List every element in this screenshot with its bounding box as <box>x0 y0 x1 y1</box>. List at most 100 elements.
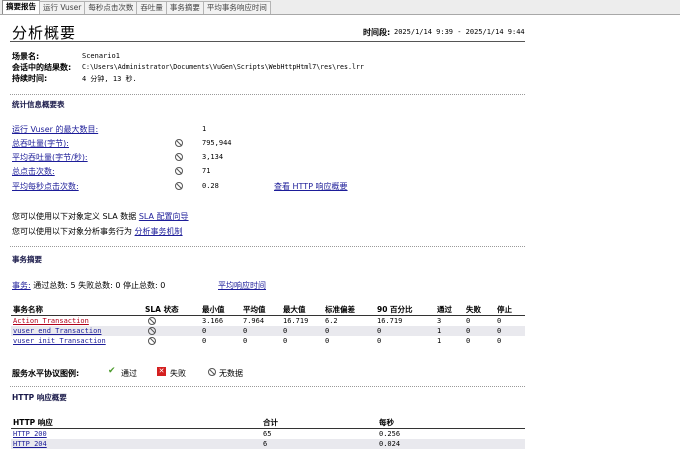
cell-min: 3.166 <box>202 316 224 325</box>
cell-per-sec: 0.024 <box>379 439 401 448</box>
tx-totals: 通过总数: 5 失败总数: 0 停止总数: 0 <box>33 281 166 290</box>
table-header-row: HTTP 响应 合计 每秒 <box>11 417 525 429</box>
table-row: HTTP_200 65 0.256 <box>11 429 525 439</box>
col-header: 每秒 <box>379 418 394 427</box>
legend-fail: 失败 <box>170 369 186 378</box>
col-header: 平均值 <box>243 305 266 314</box>
time-period-label: 时间段: <box>363 28 391 37</box>
no-data-icon <box>148 336 156 345</box>
cell-min: 0 <box>202 336 207 345</box>
http-code-link[interactable]: HTTP_200 <box>13 430 47 438</box>
title-divider <box>10 41 525 42</box>
transaction-link[interactable]: vuser_end_Transaction <box>13 327 102 335</box>
cell-max: 0 <box>283 336 288 345</box>
tab-transaction-summary[interactable]: 事务摘要 <box>165 1 204 14</box>
cell-fail: 0 <box>466 316 471 325</box>
http-heading: HTTP 响应概要 <box>12 393 67 402</box>
stat-value-total-hits: 71 <box>202 167 211 175</box>
time-period-value: 2025/1/14 9:39 - 2025/1/14 9:44 <box>394 28 525 36</box>
cell-total: 6 <box>263 439 268 448</box>
transaction-table: 事务名称 SLA 状态 最小值 平均值 最大值 标准偏差 90 百分比 通过 失… <box>11 304 525 346</box>
duration-label: 持续时间: <box>12 74 48 83</box>
check-icon: ✔ <box>108 366 116 376</box>
sla-legend-label: 服务水平协议图例: <box>12 369 80 378</box>
tx-stats-line: 事务: 通过总数: 5 失败总数: 0 停止总数: 0 <box>12 280 165 291</box>
col-header: 标准偏差 <box>325 305 355 314</box>
tab-strip: 摘要报告 运行 Vuser 每秒点击次数 吞吐量 事务摘要 平均事务响应时间 <box>0 0 680 15</box>
http-table: HTTP 响应 合计 每秒 HTTP_200 65 0.256 HTTP_204… <box>11 417 525 449</box>
avg-response-time-link[interactable]: 平均响应时间 <box>218 280 266 291</box>
view-http-summary-link[interactable]: 查看 HTTP 响应概要 <box>274 181 348 192</box>
cell-avg: 0 <box>243 326 248 335</box>
stat-link-total-hits[interactable]: 总点击次数: <box>12 166 55 177</box>
transaction-link[interactable]: vuser_init_Transaction <box>13 337 106 345</box>
stat-value-avg-hits: 0.28 <box>202 182 219 190</box>
col-header: 90 百分比 <box>377 305 413 314</box>
section-divider <box>10 246 525 247</box>
table-header-row: 事务名称 SLA 状态 最小值 平均值 最大值 标准偏差 90 百分比 通过 失… <box>11 304 525 316</box>
stat-link-total-throughput[interactable]: 总吞吐量(字节): <box>12 138 69 149</box>
sla-wizard-link[interactable]: SLA 配置向导 <box>139 212 189 221</box>
stat-link-avg-hits[interactable]: 平均每秒点击次数: <box>12 181 79 192</box>
tab-avg-transaction-response-time[interactable]: 平均事务响应时间 <box>202 1 271 14</box>
no-data-icon <box>148 317 156 325</box>
table-row: vuser_init_Transaction 0 0 0 0 0 1 0 0 <box>11 336 525 346</box>
cell-fail: 0 <box>466 336 471 345</box>
no-data-icon <box>175 139 183 147</box>
col-header: 停止 <box>497 305 512 314</box>
col-header: 最小值 <box>202 305 225 314</box>
cell-max: 0 <box>283 326 288 335</box>
legend-nodata: 无数据 <box>219 369 243 378</box>
tab-summary-report[interactable]: 摘要报告 <box>2 0 40 14</box>
fail-x-icon: ✕ <box>157 367 166 376</box>
analyze-transaction-link[interactable]: 分析事务机制 <box>135 227 183 236</box>
scenario-name-label: 场景名: <box>12 52 40 61</box>
cell-max: 16.719 <box>283 316 309 325</box>
cell-stop: 0 <box>497 326 502 335</box>
sla-line: 您可以使用以下对象定义 SLA 数据 SLA 配置向导 <box>12 211 189 222</box>
stat-value-max-vusers: 1 <box>202 125 207 133</box>
tab-running-vusers[interactable]: 运行 Vuser <box>39 1 86 14</box>
cell-std: 6.2 <box>325 316 338 325</box>
cell-p90: 0 <box>377 336 382 345</box>
cell-p90: 16.719 <box>377 316 403 325</box>
scenario-name-value: Scenario1 <box>82 52 120 60</box>
table-row: vuser_end_Transaction 0 0 0 0 0 1 0 0 <box>11 325 525 336</box>
cell-pass: 1 <box>437 336 442 345</box>
stat-link-avg-throughput[interactable]: 平均吞吐量(字节/秒): <box>12 152 88 163</box>
section-divider <box>10 94 525 95</box>
tx-link[interactable]: 事务: <box>12 281 31 290</box>
cell-total: 65 <box>263 429 272 438</box>
col-header: 通过 <box>437 305 452 314</box>
stats-heading: 统计信息概要表 <box>12 100 65 109</box>
cell-std: 0 <box>325 326 330 335</box>
transaction-link[interactable]: Action_Transaction <box>13 317 89 325</box>
cell-p90: 0 <box>377 326 382 335</box>
cell-avg: 0 <box>243 336 248 345</box>
cell-pass: 1 <box>437 326 442 335</box>
http-code-link[interactable]: HTTP_204 <box>13 440 47 448</box>
section-divider <box>10 386 525 387</box>
page-title: 分析概要 <box>12 24 77 42</box>
no-data-icon <box>148 326 156 335</box>
tx-summary-heading: 事务摘要 <box>12 255 42 264</box>
stat-value-total-throughput: 795,944 <box>202 139 232 147</box>
col-header: 最大值 <box>283 305 306 314</box>
sla-prefix-text: 您可以使用以下对象定义 SLA 数据 <box>12 212 137 221</box>
cell-avg: 7.964 <box>243 316 265 325</box>
no-data-icon <box>175 182 183 190</box>
no-data-icon <box>175 153 183 161</box>
stat-value-avg-throughput: 3,134 <box>202 153 224 161</box>
col-header: 失败 <box>466 305 481 314</box>
col-header: 事务名称 <box>13 305 43 314</box>
table-row: HTTP_204 6 0.024 <box>11 438 525 449</box>
stat-link-max-vusers[interactable]: 运行 Vuser 的最大数目: <box>12 124 98 135</box>
no-data-icon <box>175 167 183 175</box>
results-label: 会话中的结果数: <box>12 63 72 72</box>
no-data-icon <box>208 368 216 376</box>
cell-std: 0 <box>325 336 330 345</box>
tab-hits-per-second[interactable]: 每秒点击次数 <box>84 1 138 14</box>
cell-min: 0 <box>202 326 207 335</box>
col-header: HTTP 响应 <box>13 418 53 427</box>
tab-throughput[interactable]: 吞吐量 <box>136 1 167 14</box>
